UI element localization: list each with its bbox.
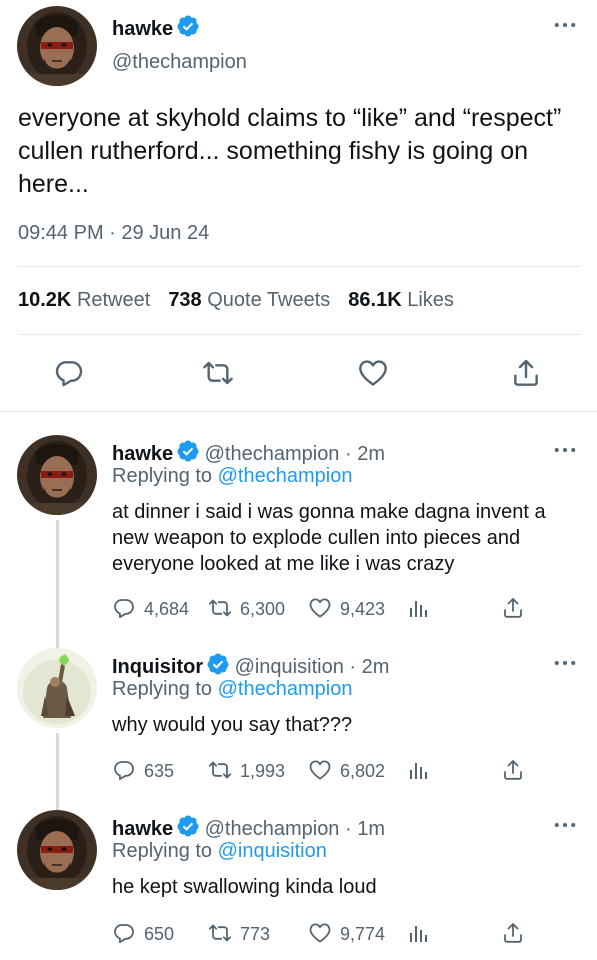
retweet-count: 773 <box>240 924 271 944</box>
more-icon[interactable] <box>554 22 576 28</box>
verified-icon <box>176 439 200 463</box>
retweet-icon[interactable] <box>202 357 234 389</box>
quotes-stat[interactable]: 738 Quote Tweets <box>168 289 330 311</box>
reply-tweet[interactable]: hawke @thechampion · 1m Replying to @inq… <box>0 800 597 960</box>
like-icon[interactable] <box>357 357 389 389</box>
reply-count: 650 <box>144 924 175 944</box>
analytics-icon[interactable] <box>406 921 430 945</box>
replying-to: Replying to @thechampion <box>112 465 353 487</box>
replying-to-link[interactable]: @thechampion <box>218 678 353 700</box>
reply-count: 4,684 <box>144 599 190 619</box>
replying-to: Replying to @inquisition <box>112 840 327 862</box>
reply-icon[interactable] <box>53 357 85 389</box>
retweet-count: 1,993 <box>240 761 286 781</box>
like-icon[interactable] <box>308 921 332 945</box>
reply-actions: 650 773 9,774 <box>112 921 592 947</box>
reply-text: he kept swallowing kinda loud <box>112 876 377 898</box>
analytics-icon[interactable] <box>406 596 430 620</box>
like-count: 6,802 <box>340 761 386 781</box>
main-author-name[interactable]: hawke <box>112 14 200 41</box>
reply-header: hawke @thechampion · 2m <box>112 439 385 466</box>
share-icon[interactable] <box>510 357 542 389</box>
like-count: 9,423 <box>340 599 386 619</box>
reply-handle-time[interactable]: @thechampion · 2m <box>205 443 385 465</box>
more-icon[interactable] <box>554 660 576 666</box>
reply-author-name[interactable]: hawke <box>112 818 173 840</box>
reply-icon[interactable] <box>112 596 136 620</box>
tweet-stats: 10.2K Retweet 738 Quote Tweets 86.1K Likes <box>18 289 454 312</box>
more-icon[interactable] <box>554 822 576 828</box>
replying-to: Replying to @thechampion <box>112 678 353 700</box>
reply-text: at dinner i said i was gonna make dagna … <box>112 501 546 575</box>
retweet-icon[interactable] <box>208 596 232 620</box>
verified-icon <box>206 652 230 676</box>
replying-to-link[interactable]: @inquisition <box>218 840 327 862</box>
retweet-count: 6,300 <box>240 599 286 619</box>
main-name-text[interactable]: hawke <box>112 18 173 40</box>
reply-actions: 635 1,993 6,802 <box>112 758 592 784</box>
share-icon[interactable] <box>501 596 525 620</box>
reply-icon[interactable] <box>112 758 136 782</box>
divider <box>18 334 581 335</box>
like-count: 9,774 <box>340 924 386 944</box>
reply-tweet[interactable]: Inquisitor @inquisition · 2m Replying to… <box>0 638 597 798</box>
reply-handle-time[interactable]: @thechampion · 1m <box>205 818 385 840</box>
retweet-icon[interactable] <box>208 758 232 782</box>
main-tweet-timestamp[interactable]: 09:44 PM · 29 Jun 24 <box>18 222 209 245</box>
reply-text: why would you say that??? <box>112 714 353 736</box>
reply-tweet[interactable]: hawke @thechampion · 2m Replying to @the… <box>0 425 597 635</box>
replying-to-link[interactable]: @thechampion <box>218 465 353 487</box>
main-author-handle[interactable]: @thechampion <box>112 51 247 74</box>
reply-author-name[interactable]: hawke <box>112 443 173 465</box>
reply-avatar[interactable] <box>17 648 97 728</box>
reply-avatar[interactable] <box>17 810 97 890</box>
reply-header: hawke @thechampion · 1m <box>112 814 385 841</box>
reply-actions: 4,684 6,300 9,423 <box>112 596 592 622</box>
reply-count: 635 <box>144 761 175 781</box>
analytics-icon[interactable] <box>406 758 430 782</box>
share-icon[interactable] <box>501 921 525 945</box>
reply-author-name[interactable]: Inquisitor <box>112 656 203 678</box>
verified-icon <box>176 814 200 838</box>
share-icon[interactable] <box>501 758 525 782</box>
retweet-icon[interactable] <box>208 921 232 945</box>
verified-icon <box>176 14 200 38</box>
like-icon[interactable] <box>308 596 332 620</box>
main-tweet-text: everyone at skyhold claims to “like” and… <box>18 104 562 198</box>
reply-icon[interactable] <box>112 921 136 945</box>
likes-stat[interactable]: 86.1K Likes <box>348 289 454 311</box>
more-icon[interactable] <box>554 447 576 453</box>
main-avatar[interactable] <box>17 6 97 86</box>
divider <box>18 266 581 267</box>
reply-handle-time[interactable]: @inquisition · 2m <box>235 656 390 678</box>
divider <box>0 411 597 412</box>
like-icon[interactable] <box>308 758 332 782</box>
reply-avatar[interactable] <box>17 435 97 515</box>
reply-header: Inquisitor @inquisition · 2m <box>112 652 389 679</box>
retweets-stat[interactable]: 10.2K Retweet <box>18 289 150 311</box>
